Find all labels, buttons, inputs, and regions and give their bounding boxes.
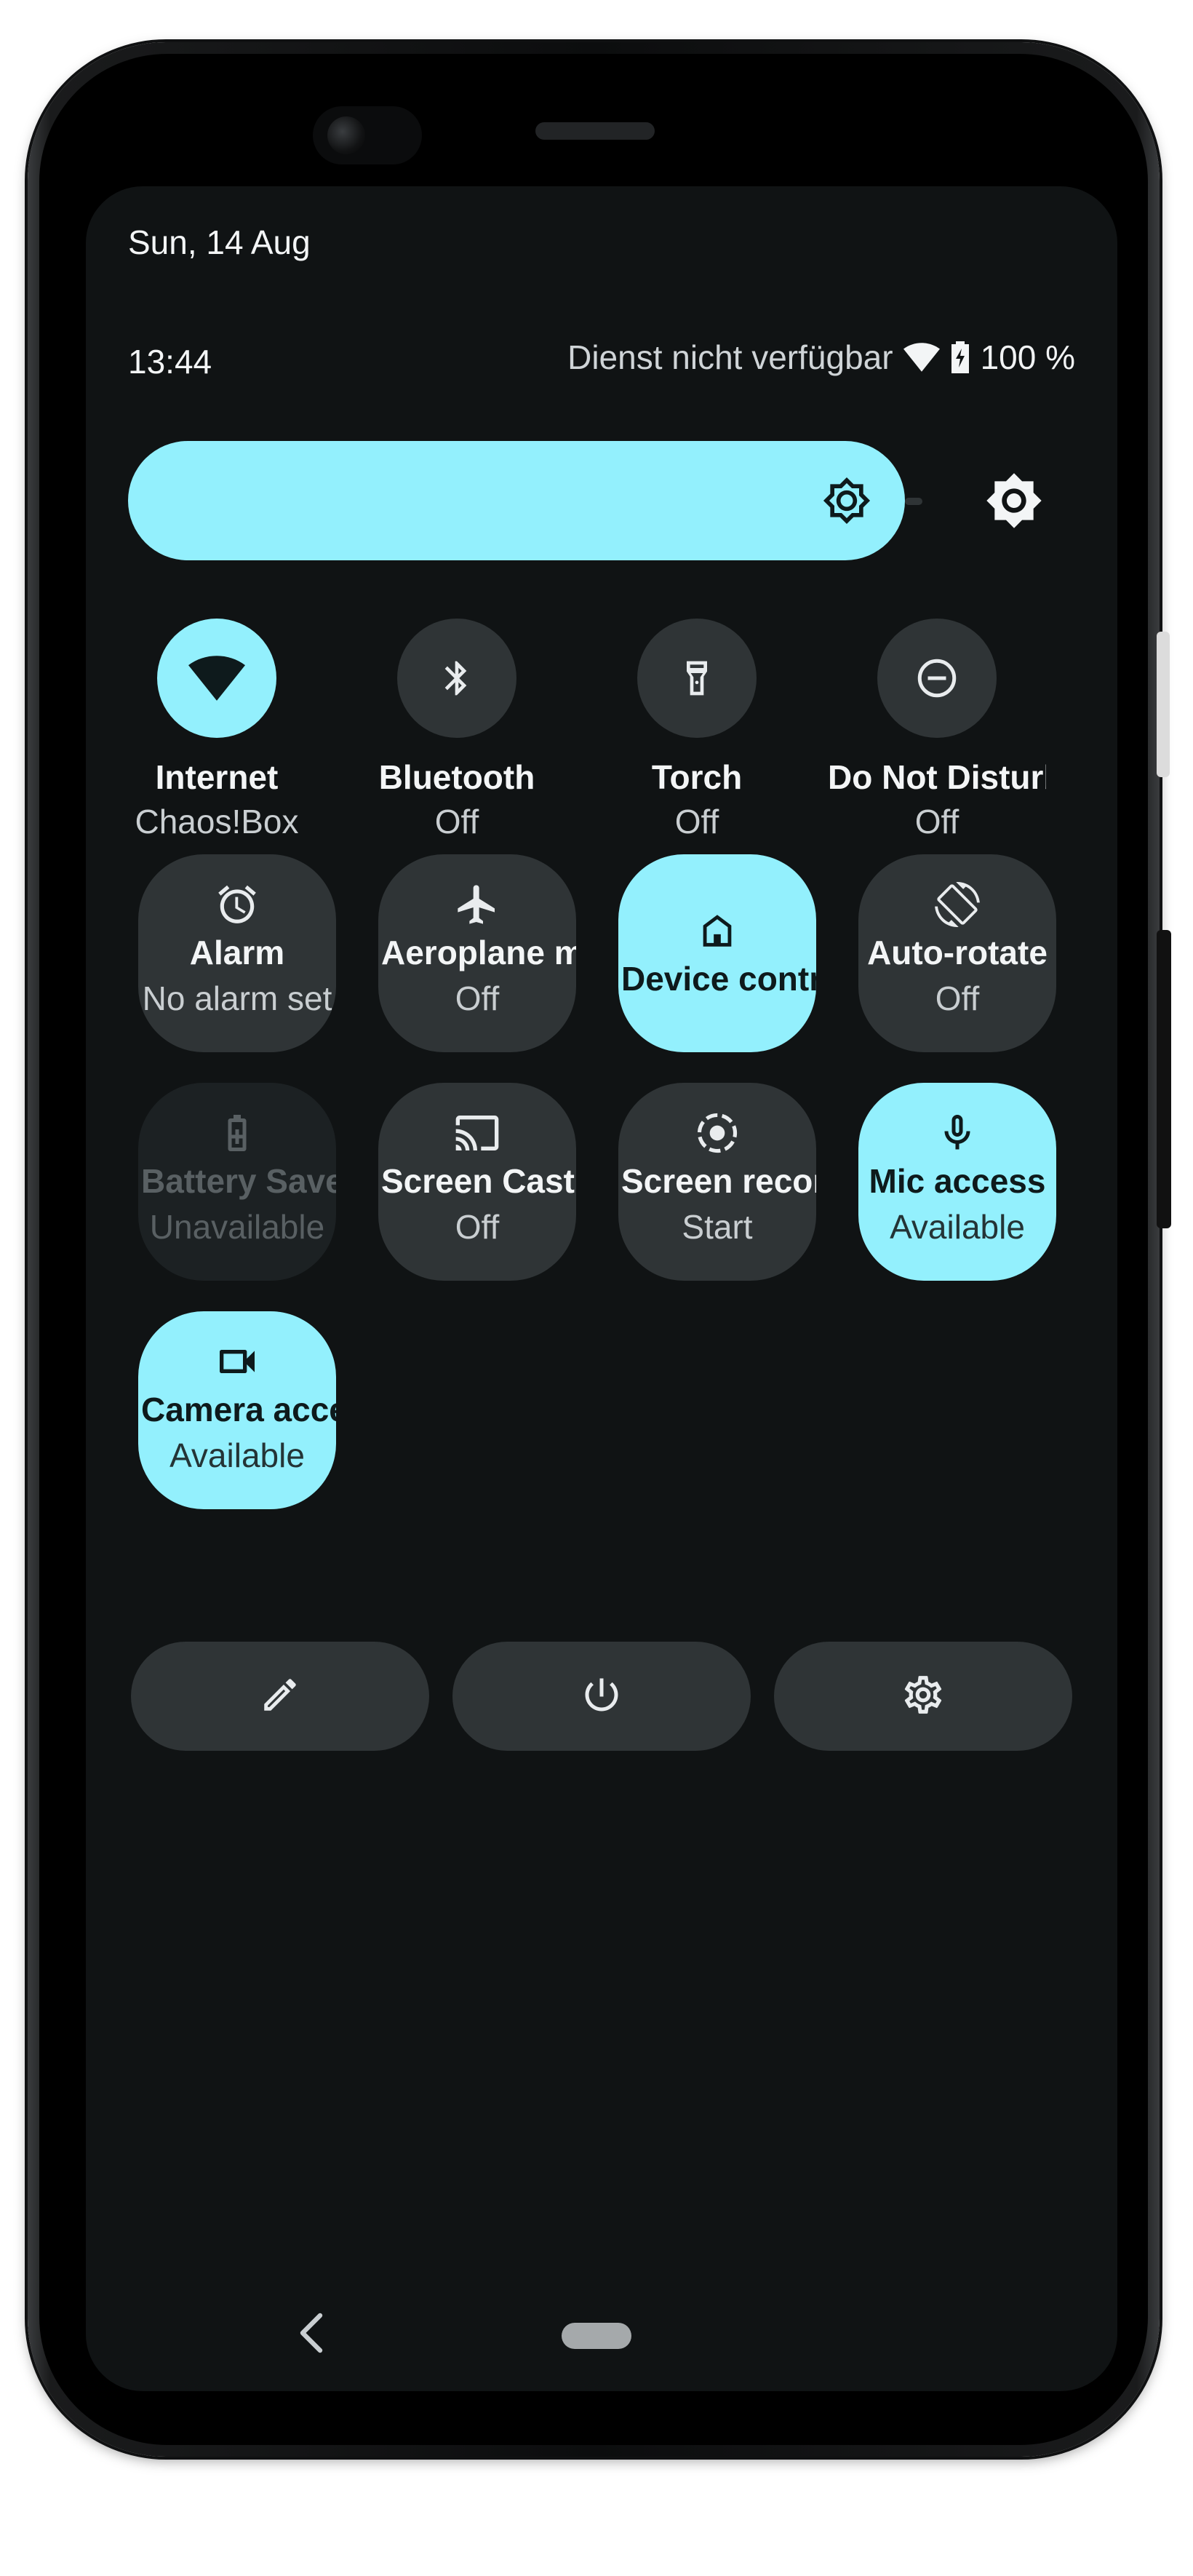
tile-label: Camera access — [141, 1391, 336, 1428]
tile-status: Off — [455, 1208, 500, 1246]
edit-button[interactable] — [131, 1642, 429, 1751]
clock-text[interactable]: 13:44 — [128, 342, 212, 381]
home-icon — [618, 905, 816, 956]
quick-settings-panel: Sun, 14 Aug 13:44 Dienst nicht verfügbar… — [86, 186, 1117, 2391]
tile-screen-cast[interactable]: Screen Cast Off — [378, 1083, 576, 1281]
brightness-track-end — [905, 498, 922, 505]
carrier-text: Dienst nicht verfügbar — [567, 338, 893, 376]
bluetooth-icon — [397, 619, 516, 738]
date-text[interactable]: Sun, 14 Aug — [128, 223, 311, 262]
tile-label: Screen record — [621, 1162, 816, 1200]
tile-label: Mic access — [869, 1162, 1046, 1200]
tile-status: Off — [434, 803, 479, 840]
tile-status: Available — [890, 1208, 1025, 1246]
auto-rotate-icon — [858, 879, 1056, 930]
tile-status: No alarm set — [142, 979, 332, 1017]
settings-button[interactable] — [774, 1642, 1072, 1751]
gear-icon — [901, 1672, 946, 1721]
tile-label: Bluetooth — [378, 758, 535, 796]
tile-aeroplane-mode[interactable]: Aeroplane mode Off — [378, 854, 576, 1052]
tile-label: Internet — [155, 758, 279, 796]
tile-camera-access[interactable]: Camera access Available — [138, 1311, 336, 1509]
tile-mic-access[interactable]: Mic access Available — [858, 1083, 1056, 1281]
power-button[interactable] — [452, 1642, 751, 1751]
tile-label: Torch — [651, 758, 743, 796]
tile-label: Do Not Disturb — [828, 758, 1046, 796]
earpiece-speaker — [535, 122, 655, 140]
tile-screen-record[interactable]: Screen record Start — [618, 1083, 816, 1281]
tile-device-controls[interactable]: Device controls — [618, 854, 816, 1052]
power-side-button — [1157, 930, 1171, 1228]
front-camera-lens — [327, 116, 365, 154]
tile-label: Screen Cast — [381, 1162, 575, 1200]
status-icons: Dienst nicht verfügbar 100 % — [567, 338, 1075, 377]
battery-percentage: 100 % — [980, 338, 1075, 376]
tile-status: Start — [682, 1208, 753, 1246]
wifi-signal-icon — [903, 343, 940, 372]
camera-icon — [138, 1336, 336, 1387]
tile-bluetooth[interactable]: Bluetooth Off — [348, 619, 566, 844]
home-pill[interactable] — [562, 2323, 631, 2349]
tile-status: Chaos!Box — [135, 803, 299, 840]
tile-label: Alarm — [189, 934, 285, 971]
tile-status: Available — [169, 1436, 305, 1474]
tile-torch[interactable]: Torch Off — [588, 619, 806, 844]
tile-auto-rotate[interactable]: Auto-rotate Off — [858, 854, 1056, 1052]
volume-button — [1157, 632, 1170, 777]
torch-icon — [637, 619, 757, 738]
brightness-slider[interactable] — [128, 441, 905, 560]
tile-label: Aeroplane mode — [381, 934, 576, 971]
tile-alarm[interactable]: Alarm No alarm set — [138, 854, 336, 1052]
screen-record-icon — [618, 1108, 816, 1158]
tile-status: Unavailable — [149, 1208, 325, 1246]
brightness-icon — [822, 476, 871, 529]
tile-label: Device controls — [621, 960, 816, 998]
do-not-disturb-icon — [877, 619, 997, 738]
tile-status: Off — [674, 803, 719, 840]
tile-internet[interactable]: Internet Chaos!Box — [108, 619, 326, 844]
tile-battery-saver[interactable]: Battery Saver Unavailable — [138, 1083, 336, 1281]
tile-status: Off — [455, 979, 500, 1017]
wifi-icon — [157, 619, 276, 738]
tile-do-not-disturb[interactable]: Do Not Disturb Off — [828, 619, 1046, 844]
auto-brightness-icon[interactable] — [985, 472, 1043, 533]
tile-status: Off — [935, 979, 980, 1017]
cast-icon — [378, 1108, 576, 1158]
battery-saver-icon — [138, 1108, 336, 1158]
microphone-icon — [858, 1108, 1056, 1158]
power-icon — [580, 1673, 623, 1720]
airplane-icon — [378, 879, 576, 930]
tile-status: Off — [914, 803, 959, 840]
tile-label: Battery Saver — [141, 1162, 336, 1200]
alarm-icon — [138, 879, 336, 930]
tile-label: Auto-rotate — [867, 934, 1048, 971]
back-chevron-icon[interactable] — [297, 2313, 326, 2357]
pencil-icon — [259, 1674, 301, 1720]
battery-charging-icon — [950, 341, 970, 373]
